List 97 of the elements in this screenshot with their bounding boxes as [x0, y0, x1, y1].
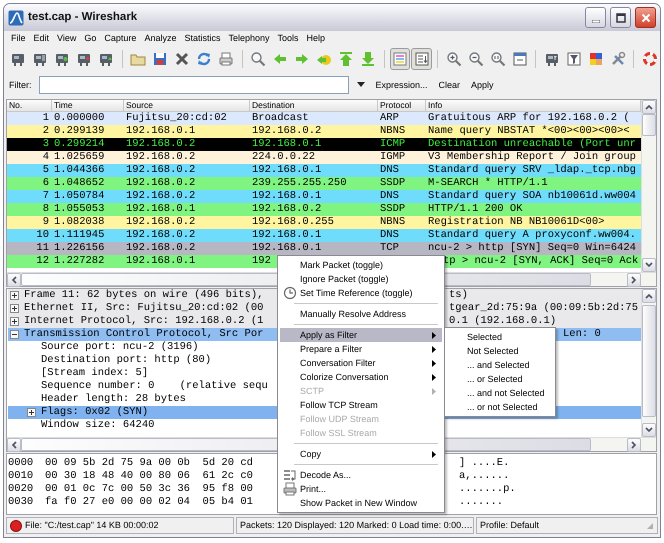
table-cell-text: 192.168.0.1 [251, 229, 322, 242]
table-cell-text: 224.0.0.22 [251, 151, 316, 164]
status-text: Packets: 120 Displayed: 120 Marked: 0 Load time: 0:00.… [240, 520, 473, 531]
byte-offset: 0030 [8, 496, 34, 509]
table-cell-text: 192.168.0.1 [251, 138, 322, 151]
field-text: Frame 11: 62 bytes on wire (496 bits), [24, 289, 264, 302]
table-cell-text: Gratuitous ARP for 192.168.0.2 ( [427, 112, 630, 125]
window-title: test.cap - Wireshark [28, 10, 138, 24]
table-cell-text: 1.227282 [53, 255, 104, 268]
table-cell-text: 192.168.0.2 [125, 151, 196, 164]
table-cell-text: 4 [42, 151, 50, 164]
ascii-text: .......p. [458, 483, 517, 496]
table-cell-text: 0.000000 [53, 112, 104, 125]
table-cell-text: Standard query A proxyconf.ww004. [427, 229, 636, 242]
table-cell-text: 192.168.0.1 [125, 125, 196, 138]
table-cell-text: ARP [379, 112, 399, 125]
hex-bytes: fa f0 27 e0 00 00 02 04 05 b4 01 [45, 496, 254, 509]
byte-offset: 0010 [8, 470, 34, 483]
table-cell-text: 6 [42, 177, 50, 190]
table-cell-text: 192.168.0.1 [251, 242, 322, 255]
table-cell-text: 1.226156 [53, 242, 104, 255]
table-cell-text: 192.168.0.1 [251, 164, 322, 177]
table-cell-text: DNS [379, 229, 399, 242]
table-cell-text: 192.168.0.2 [125, 138, 196, 151]
field-text: Internet Protocol, Src: 192.168.0.2 (1 [24, 315, 264, 328]
field-text: Ethernet II, Src: Fujitsu_20:cd:02 (00 [24, 302, 264, 315]
table-cell-text: DNS [379, 190, 399, 203]
table-cell-text: 192 [251, 255, 271, 268]
table-cell-text: Registration NB NB10061D<00> [427, 216, 604, 229]
table-cell-text: 1.050784 [53, 190, 104, 203]
table-cell-text: 192.168.0.1 [251, 190, 322, 203]
table-cell-text: Standard query SRV _ldap._tcp.nbg [427, 164, 636, 177]
table-cell-text: 0.299139 [53, 125, 104, 138]
field-text: 0.1 (192.168.0.1) [448, 315, 556, 328]
table-cell-text: 1.044366 [53, 164, 104, 177]
table-cell-text: 1 [42, 112, 50, 125]
table-cell-text: NBNS [379, 216, 406, 229]
hex-bytes: 00 30 18 48 40 00 80 06 61 2c c0 [45, 470, 254, 483]
byte-offset: 0000 [8, 457, 34, 470]
table-cell-text: 192.168.0.2 [125, 242, 196, 255]
table-cell-text: tp > ncu-2 [SYN, ACK] Seq=0 Ack [442, 255, 638, 268]
table-cell-text: 10 [35, 229, 50, 242]
table-cell-text: SSDP [379, 177, 406, 190]
table-cell-text: 192.168.0.2 [251, 203, 322, 216]
table-cell-text: 8 [42, 203, 50, 216]
table-cell-text: Standard query SOA nb10061d.ww004 [427, 190, 636, 203]
table-cell-text: 12 [35, 255, 50, 268]
table-cell-text: DNS [379, 164, 399, 177]
table-cell-text: ICMP [379, 138, 406, 151]
table-cell-text: 192.168.0.255 [251, 216, 334, 229]
filter-label: Filter: [9, 80, 32, 90]
table-cell-text: 192.168.0.2 [125, 216, 196, 229]
field-text: Len: 0 [562, 328, 601, 341]
ascii-text: ] ....E. [458, 457, 510, 470]
table-cell-text: M-SEARCH * HTTP/1.1 [427, 177, 548, 190]
table-cell-text: HTTP/1.1 200 OK [427, 203, 523, 216]
table-cell-text: 0.299214 [53, 138, 104, 151]
table-cell-text: 192.168.0.2 [125, 164, 196, 177]
table-cell-text: 239.255.255.250 [251, 177, 347, 190]
table-cell-text: Destination unreachable (Port unr [427, 138, 636, 151]
table-cell-text: 192.168.0.2 [125, 177, 196, 190]
table-cell-text: TCP [379, 242, 399, 255]
table-cell-text: 192.168.0.1 [125, 255, 196, 268]
table-cell-text: SSDP [379, 203, 406, 216]
table-cell-text: NBNS [379, 125, 406, 138]
table-cell-text: 192.168.0.2 [125, 229, 196, 242]
status-text: Profile: Default [480, 520, 540, 531]
status-text: File: "C:/test.cap" 14 KB 00:00:02 [25, 520, 158, 531]
field-text: ts) [448, 289, 468, 302]
table-cell-text: Name query NBSTAT *<00><00><00>< [427, 125, 630, 138]
field-text: tgear_2d:75:9a (00:09:5b:2d:75 [448, 302, 638, 315]
hex-bytes: 00 01 0c 7c 00 50 3c 36 95 f8 00 [45, 483, 254, 496]
table-cell-text: 192.168.0.2 [125, 190, 196, 203]
ascii-text: ....... [458, 496, 504, 509]
ascii-text: a,...... [458, 470, 510, 483]
table-cell-text: 11 [35, 242, 50, 255]
table-cell-text: 1.055053 [53, 203, 104, 216]
table-cell-text: 192.168.0.2 [251, 125, 322, 138]
table-cell-text: Broadcast [251, 112, 309, 125]
table-cell-text: 1.025659 [53, 151, 104, 164]
table-cell-text: 3 [42, 138, 50, 151]
table-cell-text: IGMP [379, 151, 406, 164]
table-cell-text: 1.048652 [53, 177, 104, 190]
table-cell-text: V3 Membership Report / Join group [427, 151, 636, 164]
table-cell-text: ncu-2 > http [SYN] Seq=0 Win=6424 [427, 242, 636, 255]
table-cell-text: 1.111945 [53, 229, 104, 242]
field-text: Transmission Control Protocol, Src Por [24, 328, 264, 341]
hex-bytes: 00 09 5b 2d 75 9a 00 0b 5d 20 cd [45, 457, 254, 470]
table-cell-text: 9 [42, 216, 50, 229]
field-text: Flags: 0x02 (SYN) [41, 406, 148, 419]
byte-offset: 0020 [8, 483, 34, 496]
table-cell-text: 2 [42, 125, 50, 138]
table-cell-text: 192.168.0.1 [125, 203, 196, 216]
table-cell-text: Fujitsu_20:cd:02 [125, 112, 227, 125]
table-cell-text: 7 [42, 190, 50, 203]
table-cell-text: 5 [42, 164, 50, 177]
table-cell-text: 1.082038 [53, 216, 104, 229]
